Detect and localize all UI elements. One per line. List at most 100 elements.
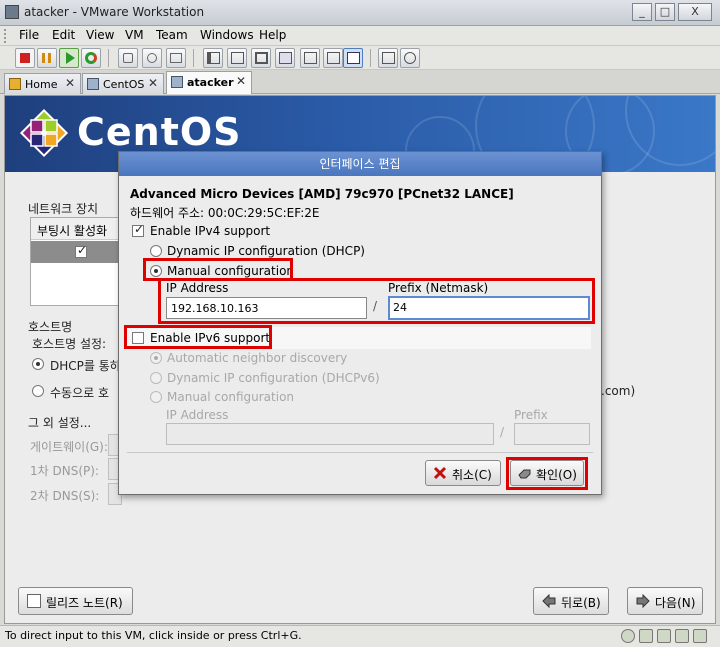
console-icon	[347, 52, 360, 64]
console-view-button[interactable]	[343, 48, 363, 68]
centos-logo-text: CentOS	[77, 110, 242, 154]
cd-rom-icon[interactable]	[621, 629, 635, 643]
release-notes-label: 릴리즈 노트(R)	[46, 596, 123, 610]
vm-icon	[171, 76, 183, 88]
back-button[interactable]: 뒤로(B)	[533, 587, 609, 615]
dns2-label: 2차 DNS(S):	[30, 489, 100, 503]
hostname-dhcp-label: DHCP를 통하	[50, 359, 121, 373]
next-label: 다음(N)	[655, 596, 696, 610]
gateway-label: 게이트웨이(G):	[30, 440, 108, 454]
hostname-setting-label: 호스트명 설정:	[32, 337, 107, 351]
power-on-button[interactable]	[59, 48, 79, 68]
ipv6-auto-radio[interactable]	[150, 352, 162, 364]
quick-switch-icon	[231, 52, 244, 64]
camera-icon	[123, 53, 133, 63]
hostname-dhcp-radio[interactable]	[32, 358, 44, 370]
vmware-app-icon	[5, 5, 19, 19]
menu-team[interactable]: Team	[156, 28, 188, 42]
unity-button[interactable]	[275, 48, 295, 68]
tab-home-label: Home	[25, 78, 58, 91]
vm-settings-button[interactable]	[378, 48, 398, 68]
vm-icon	[87, 78, 99, 90]
hostname-manual-radio[interactable]	[32, 385, 44, 397]
pause-icon	[42, 53, 45, 63]
ok-button-highlight	[506, 457, 588, 490]
menu-vm[interactable]: VM	[125, 28, 144, 42]
ipv6-prefix-label: Prefix	[514, 408, 548, 422]
ipv6-highlight	[124, 325, 272, 349]
ipv6-prefix-input[interactable]	[514, 423, 590, 445]
dialog-title: 인터페이스 편집	[119, 152, 601, 176]
status-bar: To direct input to this VM, click inside…	[0, 625, 720, 647]
ipv6-ip-address-input[interactable]	[166, 423, 494, 445]
boot-activate-header-label: 부팅시 활성화	[37, 224, 108, 238]
dns1-label: 1차 DNS(P):	[30, 464, 99, 478]
team-settings-button[interactable]	[400, 48, 420, 68]
tab-home[interactable]: Home ✕	[4, 73, 81, 94]
hard-disk-icon[interactable]	[639, 629, 653, 643]
menu-file[interactable]: File	[19, 28, 39, 42]
vm-icon	[382, 52, 395, 64]
sound-icon[interactable]	[693, 629, 707, 643]
minimize-button[interactable]: _	[632, 3, 652, 21]
ipv6-prefix-slash: /	[500, 425, 505, 439]
cancel-button[interactable]: 취소(C)	[425, 460, 501, 486]
centos-logo-icon	[19, 108, 69, 158]
status-message: To direct input to this VM, click inside…	[5, 629, 302, 642]
toolbar	[0, 46, 720, 70]
next-button[interactable]: 다음(N)	[627, 587, 703, 615]
usb-icon[interactable]	[675, 629, 689, 643]
ipv6-auto-label: Automatic neighbor discovery	[167, 351, 348, 365]
menu-bar: File Edit View VM Team Windows Help	[0, 26, 720, 46]
suspend-button[interactable]	[37, 48, 57, 68]
menu-edit[interactable]: Edit	[52, 28, 75, 42]
sidebar-toggle-button[interactable]	[203, 48, 223, 68]
ipv6-manual-radio[interactable]	[150, 391, 162, 403]
network-device-row[interactable]: ✓	[31, 241, 124, 263]
tab-centos[interactable]: CentOS ✕	[82, 73, 164, 94]
network-device-list[interactable]: 부팅시 활성화 ✓	[30, 217, 125, 306]
hardware-address: 하드웨어 주소: 00:0C:29:5C:EF:2E	[130, 206, 320, 220]
ip-prefix-highlight	[158, 278, 595, 324]
hostname-manual-label: 수동으로 호	[50, 386, 110, 400]
document-icon	[27, 594, 41, 608]
fullscreen-button[interactable]	[251, 48, 271, 68]
tab-atacker-label: atacker	[187, 76, 234, 89]
enable-ipv4-checkbox[interactable]: ✓	[132, 222, 144, 237]
appliance-view-button[interactable]	[323, 48, 343, 68]
tab-atacker-close-icon[interactable]: ✕	[236, 74, 246, 88]
snapshot-button[interactable]	[118, 48, 138, 68]
summary-view-button[interactable]	[300, 48, 320, 68]
menu-view[interactable]: View	[86, 28, 114, 42]
ipv4-dhcp-radio[interactable]	[150, 245, 162, 257]
revert-button[interactable]	[142, 48, 162, 68]
tab-centos-close-icon[interactable]: ✕	[148, 76, 158, 90]
menu-help[interactable]: Help	[259, 28, 286, 42]
play-icon	[66, 52, 75, 64]
enable-ipv4-label: Enable IPv4 support	[150, 224, 271, 238]
menu-windows[interactable]: Windows	[200, 28, 254, 42]
other-settings-label: 그 외 설정...	[28, 416, 92, 430]
tab-atacker[interactable]: atacker ✕	[166, 71, 252, 94]
ipv4-dhcp-label: Dynamic IP configuration (DHCP)	[167, 244, 365, 258]
unity-icon	[279, 52, 292, 64]
toolbar-separator	[193, 49, 194, 67]
appliance-icon	[327, 52, 340, 64]
maximize-button[interactable]: □	[655, 3, 675, 21]
reset-button[interactable]	[81, 48, 101, 68]
boot-activate-column-header[interactable]: 부팅시 활성화	[31, 218, 124, 240]
release-notes-button[interactable]: 릴리즈 노트(R)	[18, 587, 133, 615]
power-off-button[interactable]	[15, 48, 35, 68]
snapshot-manager-button[interactable]	[166, 48, 186, 68]
quick-switch-button[interactable]	[227, 48, 247, 68]
ipv6-dhcp-radio[interactable]	[150, 372, 162, 384]
gear-icon	[404, 52, 416, 64]
network-adapter-icon[interactable]	[657, 629, 671, 643]
cancel-label: 취소(C)	[452, 468, 492, 482]
sidebar-icon	[207, 52, 220, 64]
dialog-separator	[127, 452, 593, 453]
stop-icon	[20, 53, 30, 63]
boot-activate-checkbox[interactable]: ✓	[75, 243, 87, 258]
tab-home-close-icon[interactable]: ✕	[65, 76, 75, 90]
close-button[interactable]: X	[678, 3, 712, 21]
